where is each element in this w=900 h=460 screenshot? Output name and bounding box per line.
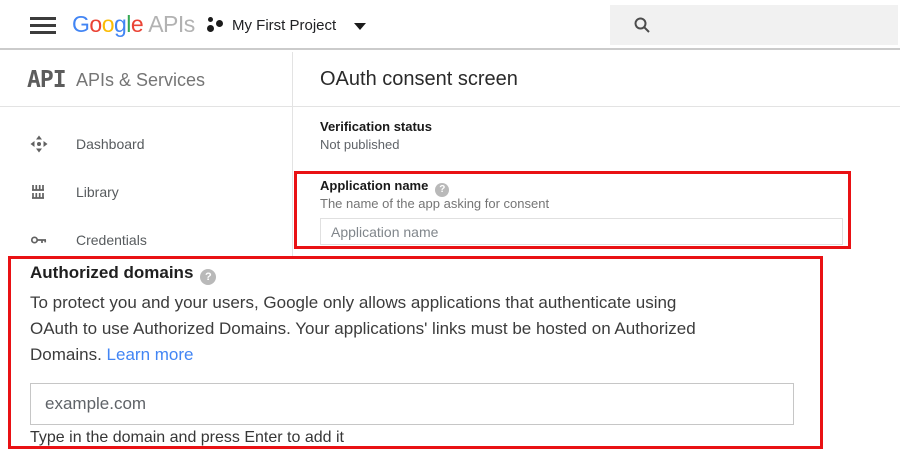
google-apis-logo[interactable]: GoogleAPIs bbox=[72, 11, 195, 38]
logo-letter: o bbox=[89, 11, 101, 37]
authorized-domains-description: To protect you and your users, Google on… bbox=[30, 290, 820, 368]
logo-letter: G bbox=[72, 11, 89, 37]
key-icon bbox=[30, 231, 48, 249]
authorized-domain-input[interactable] bbox=[30, 383, 794, 425]
project-selector[interactable]: My First Project bbox=[232, 17, 336, 34]
hamburger-menu-icon[interactable] bbox=[30, 17, 56, 34]
logo-letter: g bbox=[114, 11, 126, 37]
logo-letter: o bbox=[102, 11, 114, 37]
application-name-label: Application name? bbox=[320, 178, 449, 197]
search-input[interactable] bbox=[663, 17, 898, 33]
api-section-logo: API bbox=[27, 67, 66, 93]
authorized-domains-label: Authorized domains? bbox=[30, 263, 216, 285]
search-box[interactable] bbox=[610, 5, 898, 45]
chevron-down-icon[interactable] bbox=[354, 23, 366, 30]
domain-input-hint: Type in the domain and press Enter to ad… bbox=[30, 429, 344, 447]
verification-status-label: Verification status bbox=[320, 119, 432, 134]
help-icon[interactable]: ? bbox=[435, 183, 449, 197]
sidebar-item-credentials[interactable]: Credentials bbox=[0, 216, 292, 264]
application-name-input[interactable] bbox=[320, 218, 843, 245]
verification-status-value: Not published bbox=[320, 137, 400, 152]
sidebar-item-library[interactable]: Library bbox=[0, 168, 292, 216]
sidebar-item-label: Credentials bbox=[76, 216, 147, 264]
help-icon[interactable]: ? bbox=[200, 269, 216, 285]
dashboard-icon bbox=[30, 135, 48, 153]
sidebar-item-dashboard[interactable]: Dashboard bbox=[0, 120, 292, 168]
sidebar-item-label: Library bbox=[76, 168, 119, 216]
page-title: OAuth consent screen bbox=[320, 68, 518, 91]
logo-suffix: APIs bbox=[148, 11, 195, 37]
library-icon bbox=[30, 183, 48, 201]
description-line: OAuth to use Authorized Domains. Your ap… bbox=[30, 316, 820, 342]
sidebar-title: APIs & Services bbox=[76, 70, 205, 91]
search-icon bbox=[633, 16, 651, 34]
learn-more-link[interactable]: Learn more bbox=[107, 345, 194, 364]
sidebar-divider bbox=[292, 52, 293, 256]
logo-letter: e bbox=[131, 11, 143, 37]
application-name-helper-text: The name of the app asking for consent bbox=[320, 196, 549, 211]
sidebar-item-label: Dashboard bbox=[76, 120, 145, 168]
top-header-bar: GoogleAPIs My First Project bbox=[0, 0, 900, 50]
description-line: To protect you and your users, Google on… bbox=[30, 290, 820, 316]
header-divider bbox=[0, 106, 900, 107]
project-icon bbox=[207, 17, 223, 33]
description-line: Domains. Learn more bbox=[30, 342, 820, 368]
